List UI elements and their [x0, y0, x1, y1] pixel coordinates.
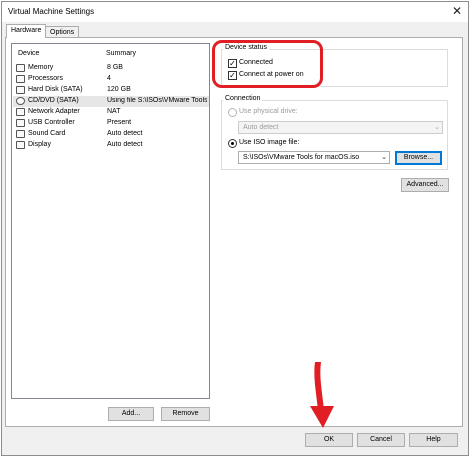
device-row-sound-card[interactable]: Sound Card Auto detect	[13, 129, 209, 140]
device-summary: Present	[107, 119, 132, 126]
device-summary: 4	[107, 75, 111, 82]
remove-device-button[interactable]: Remove	[161, 407, 210, 421]
device-name: Memory	[28, 64, 54, 71]
browse-button[interactable]: Browse...	[395, 151, 442, 165]
sound-card-icon	[16, 130, 25, 138]
connected-checkbox[interactable]: ✓	[228, 59, 237, 68]
display-icon	[16, 141, 25, 149]
use-iso-image-label[interactable]: Use ISO image file:	[239, 139, 299, 146]
device-row-usb-controller[interactable]: USB Controller Present	[13, 118, 209, 129]
iso-image-path-value: S:\ISOs\VMware Tools for macOS.iso	[243, 154, 360, 161]
advanced-button[interactable]: Advanced...	[401, 178, 449, 192]
connect-at-power-on-checkbox[interactable]: ✓	[228, 71, 237, 80]
device-row-memory[interactable]: Memory 8 GB	[13, 63, 209, 74]
device-name: Network Adapter	[28, 108, 80, 115]
cd-dvd-icon	[16, 97, 25, 105]
title-bar: Virtual Machine Settings ✕	[2, 2, 468, 22]
connect-at-power-on-label[interactable]: Connect at power on	[239, 71, 304, 78]
physical-drive-select[interactable]: Auto detect ⌄	[238, 121, 443, 134]
device-name: Processors	[28, 75, 64, 82]
processor-icon	[16, 75, 25, 83]
physical-drive-value: Auto detect	[243, 124, 279, 131]
device-name: CD/DVD (SATA)	[28, 97, 79, 104]
device-summary: 120 GB	[107, 86, 131, 93]
device-row-hard-disk[interactable]: Hard Disk (SATA) 120 GB	[13, 85, 209, 96]
help-button[interactable]: Help	[409, 433, 458, 447]
add-device-button[interactable]: Add...	[108, 407, 154, 421]
chevron-down-icon: ⌄	[434, 124, 440, 131]
device-row-processors[interactable]: Processors 4	[13, 74, 209, 85]
ok-button[interactable]: OK	[305, 433, 353, 447]
usb-controller-icon	[16, 119, 25, 127]
chevron-down-icon: ⌄	[381, 154, 387, 161]
device-summary: NAT	[107, 108, 121, 115]
device-name: Display	[28, 141, 51, 148]
device-status-group	[221, 49, 448, 87]
close-icon[interactable]: ✕	[452, 4, 462, 18]
device-summary: 8 GB	[107, 64, 123, 71]
device-name: Sound Card	[28, 130, 66, 137]
connected-label[interactable]: Connected	[239, 59, 273, 66]
summary-column-header[interactable]: Summary	[106, 50, 136, 57]
device-summary: Auto detect	[107, 141, 143, 148]
device-row-cd-dvd[interactable]: CD/DVD (SATA) Using file S:\ISOs\VMware …	[13, 96, 209, 107]
device-list[interactable]: Device Summary Memory 8 GB Processors 4 …	[11, 43, 210, 399]
device-summary: Using file S:\ISOs\VMware Tools for macO…	[107, 97, 207, 104]
iso-image-path-select[interactable]: S:\ISOs\VMware Tools for macOS.iso ⌄	[238, 151, 390, 164]
device-column-header[interactable]: Device	[18, 50, 39, 57]
tab-hardware[interactable]: Hardware	[6, 24, 47, 38]
window-title: Virtual Machine Settings	[8, 7, 95, 16]
device-name: USB Controller	[28, 119, 75, 126]
cancel-button[interactable]: Cancel	[357, 433, 405, 447]
device-summary: Auto detect	[107, 130, 143, 137]
device-row-network-adapter[interactable]: Network Adapter NAT	[13, 107, 209, 118]
memory-icon	[16, 64, 25, 72]
device-row-display[interactable]: Display Auto detect	[13, 140, 209, 151]
connection-title: Connection	[223, 95, 263, 102]
hard-disk-icon	[16, 86, 25, 94]
use-physical-drive-label[interactable]: Use physical drive:	[239, 108, 298, 115]
network-adapter-icon	[16, 108, 25, 116]
device-name: Hard Disk (SATA)	[28, 86, 83, 93]
use-iso-image-radio[interactable]	[228, 139, 237, 148]
device-status-title: Device status	[223, 44, 270, 51]
use-physical-drive-radio[interactable]	[228, 108, 237, 117]
